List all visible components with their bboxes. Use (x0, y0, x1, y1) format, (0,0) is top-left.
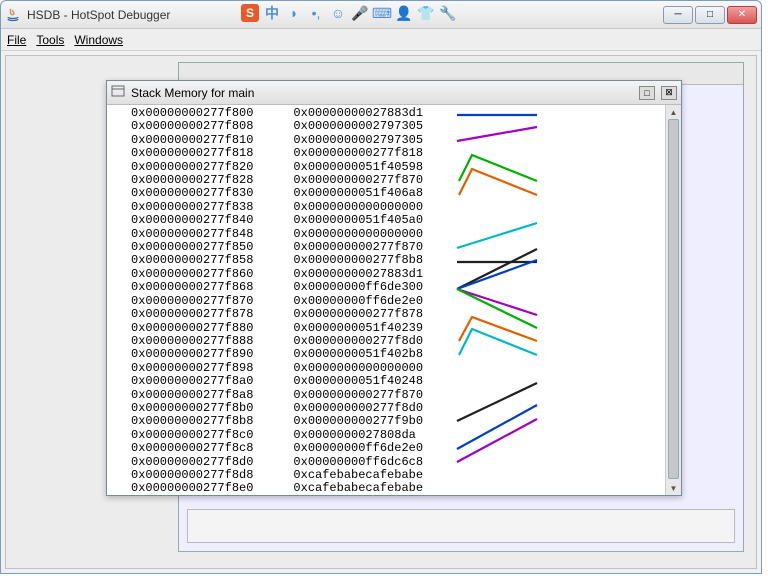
memory-row: 0x00000000277f8900x0000000051f402b8 (131, 348, 423, 361)
menu-tools[interactable]: Tools (36, 33, 64, 47)
menu-windows[interactable]: Windows (74, 33, 123, 47)
memory-row: 0x00000000277f8700x00000000ff6de2e0 (131, 295, 423, 308)
svg-text:S: S (246, 6, 254, 20)
bullet-icon: •, (307, 4, 325, 22)
memory-row: 0x00000000277f8100x0000000002797305 (131, 134, 423, 147)
memory-row: 0x00000000277f8580x000000000277f8b8 (131, 254, 423, 267)
mdi-client-area: Stack Memory for main □ ⊠ 0x00000000277f… (5, 55, 757, 569)
cn-char-icon: 中 (263, 4, 281, 22)
wrench-icon: 🔧 (439, 4, 457, 22)
memory-row: 0x00000000277f8780x000000000277f878 (131, 308, 423, 321)
memory-row: 0x00000000277f8380x0000000000000000 (131, 201, 423, 214)
shirt-icon: 👕 (417, 4, 435, 22)
memory-row: 0x00000000277f8e00xcafebabecafebabe (131, 482, 423, 495)
memory-row: 0x00000000277f8200x0000000051f40598 (131, 161, 423, 174)
memory-row: 0x00000000277f8800x0000000051f40239 (131, 322, 423, 335)
java-icon (5, 7, 21, 23)
ime-tray-icons: S 中 ◗ •, ☺ 🎤 ⌨ 👤 👕 🔧 (241, 4, 457, 22)
minimize-button[interactable]: ─ (663, 6, 693, 24)
memory-row: 0x00000000277f8680x00000000ff6de300 (131, 281, 423, 294)
memory-row: 0x00000000277f8c80x00000000ff6de2e0 (131, 442, 423, 455)
stack-memory-window[interactable]: Stack Memory for main □ ⊠ 0x00000000277f… (106, 80, 682, 496)
memory-row: 0x00000000277f8980x0000000000000000 (131, 362, 423, 375)
smile-icon: ☺ (329, 4, 347, 22)
memory-row: 0x00000000277f8600x00000000027883d1 (131, 268, 423, 281)
memory-row: 0x00000000277f8d80xcafebabecafebabe (131, 469, 423, 482)
memory-row: 0x00000000277f8c00x0000000027808da (131, 429, 423, 442)
mic-icon: 🎤 (351, 4, 369, 22)
memory-row: 0x00000000277f8b80x000000000277f9b0 (131, 415, 423, 428)
memory-row: 0x00000000277f8480x0000000000000000 (131, 228, 423, 241)
memory-row: 0x00000000277f8d00x00000000ff6dc6c8 (131, 456, 423, 469)
memory-row: 0x00000000277f8a80x000000000277f870 (131, 389, 423, 402)
stack-window-titlebar: Stack Memory for main □ ⊠ (107, 81, 681, 105)
stack-body: 0x00000000277f8000x00000000027883d10x000… (107, 105, 681, 495)
stack-window-title: Stack Memory for main (131, 86, 254, 100)
memory-table: 0x00000000277f8000x00000000027883d10x000… (107, 105, 423, 495)
maximize-internal-button[interactable]: □ (639, 86, 655, 100)
memory-row: 0x00000000277f8280x000000000277f870 (131, 174, 423, 187)
memory-row: 0x00000000277f8a00x0000000051f40248 (131, 375, 423, 388)
close-button[interactable]: ✕ (727, 6, 757, 24)
menubar: File Tools Windows (1, 29, 761, 51)
close-internal-button[interactable]: ⊠ (661, 86, 677, 100)
person-icon: 👤 (395, 4, 413, 22)
memory-row: 0x00000000277f8500x000000000277f870 (131, 241, 423, 254)
scroll-thumb[interactable] (668, 119, 679, 479)
memory-row: 0x00000000277f8b00x000000000277f8d0 (131, 402, 423, 415)
memory-row: 0x00000000277f8880x000000000277f8d0 (131, 335, 423, 348)
background-window-footer (187, 509, 735, 543)
memory-row: 0x00000000277f8180x000000000277f818 (131, 147, 423, 160)
maximize-button[interactable]: □ (695, 6, 725, 24)
moon-icon: ◗ (285, 4, 303, 22)
memory-row: 0x00000000277f8400x0000000051f405a0 (131, 214, 423, 227)
menu-file[interactable]: File (7, 33, 26, 47)
scroll-down-arrow[interactable]: ▼ (666, 481, 681, 495)
memory-row: 0x00000000277f8000x00000000027883d1 (131, 107, 423, 120)
s-badge-icon: S (241, 4, 259, 22)
vertical-scrollbar[interactable]: ▲ ▼ (665, 105, 681, 495)
main-window: HSDB - HotSpot Debugger ─ □ ✕ S 中 ◗ •, ☺… (0, 0, 762, 574)
keyboard-icon: ⌨ (373, 4, 391, 22)
memory-row: 0x00000000277f8080x0000000002797305 (131, 120, 423, 133)
window-icon (111, 84, 125, 101)
memory-row: 0x00000000277f8300x0000000051f406a8 (131, 187, 423, 200)
scroll-up-arrow[interactable]: ▲ (666, 105, 681, 119)
